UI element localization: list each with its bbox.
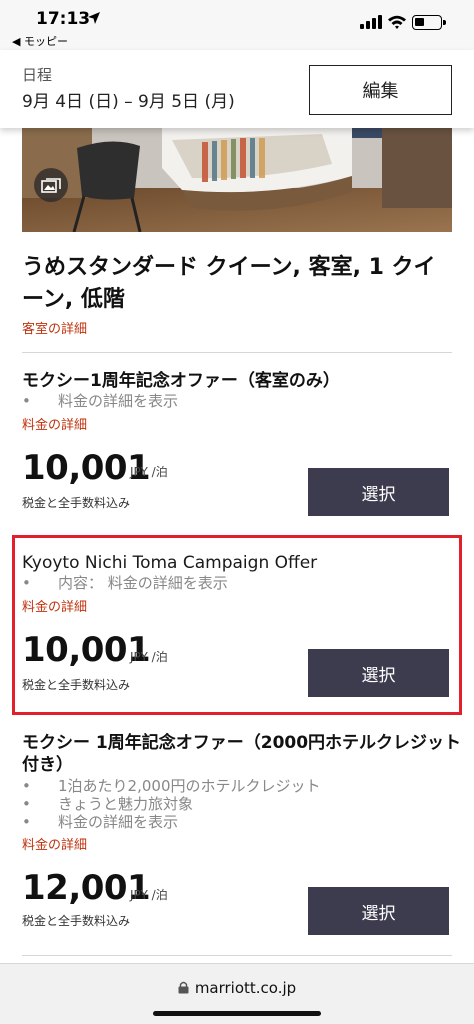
offer-1-bullet: • 料金の詳細を表示	[22, 392, 179, 410]
lock-icon	[178, 981, 189, 994]
offer-3-select-button[interactable]: 選択	[308, 887, 449, 935]
photo-gallery-icon[interactable]	[34, 168, 68, 202]
edit-dates-button[interactable]: 編集	[309, 65, 452, 115]
offer-3-name: モクシー 1周年記念オファー（2000円ホテルクレジット付き）	[22, 733, 462, 775]
offer-2-details-link[interactable]: 料金の詳細	[22, 596, 87, 615]
offer-1-tax-note: 税金と全手数料込み	[22, 496, 131, 510]
offer-1-details-link[interactable]: 料金の詳細	[22, 414, 87, 433]
status-bar: 17:13 ◀ モッピー	[0, 0, 474, 50]
offer-2-tax-note: 税金と全手数料込み	[22, 678, 131, 692]
offer-3-details-link[interactable]: 料金の詳細	[22, 834, 87, 853]
offer-3-unit: JPY /泊	[130, 888, 168, 902]
stay-dates: 9月 4日 (日) – 9月 5日 (月)	[22, 92, 235, 112]
dates-label: 日程	[22, 66, 53, 84]
battery-icon	[412, 15, 446, 30]
cellular-signal-icon	[360, 15, 382, 29]
divider	[22, 955, 452, 956]
status-time: 17:13	[36, 9, 91, 29]
room-title: うめスタンダード クイーン, 客室, 1 クイーン, 低階	[22, 255, 436, 312]
offer-3-tax-note: 税金と全手数料込み	[22, 914, 131, 928]
room-details-link[interactable]: 客室の詳細	[22, 318, 87, 337]
back-to-app-link[interactable]: ◀ モッピー	[12, 33, 68, 49]
browser-address-bar[interactable]: marriott.co.jp	[0, 963, 474, 1024]
room-photo[interactable]	[22, 128, 452, 232]
location-arrow-icon	[88, 12, 100, 24]
date-header: 日程 9月 4日 (日) – 9月 5日 (月) 編集	[0, 50, 474, 128]
wifi-icon	[388, 15, 406, 29]
offer-3-bullet-3: • 料金の詳細を表示	[22, 813, 179, 831]
offer-2-select-button[interactable]: 選択	[308, 649, 449, 697]
offer-1-select-button[interactable]: 選択	[308, 468, 449, 516]
offer-2-unit: JPY /泊	[130, 650, 168, 664]
offer-2-name: Kyoyto Nichi Toma Campaign Offer	[22, 553, 318, 573]
url-display[interactable]: marriott.co.jp	[0, 979, 474, 997]
divider	[22, 352, 452, 353]
offer-2-bullet: • 内容： 料金の詳細を表示	[22, 574, 228, 592]
offer-1-unit: JPY /泊	[130, 465, 168, 479]
offer-1-name: モクシー1周年記念オファー（客室のみ）	[22, 371, 340, 391]
home-indicator[interactable]	[153, 1011, 321, 1016]
offer-3-bullet-2: • きょうと魅力旅対象	[22, 795, 194, 813]
offer-3-bullet-1: • 1泊あたり2,000円のホテルクレジット	[22, 777, 321, 795]
